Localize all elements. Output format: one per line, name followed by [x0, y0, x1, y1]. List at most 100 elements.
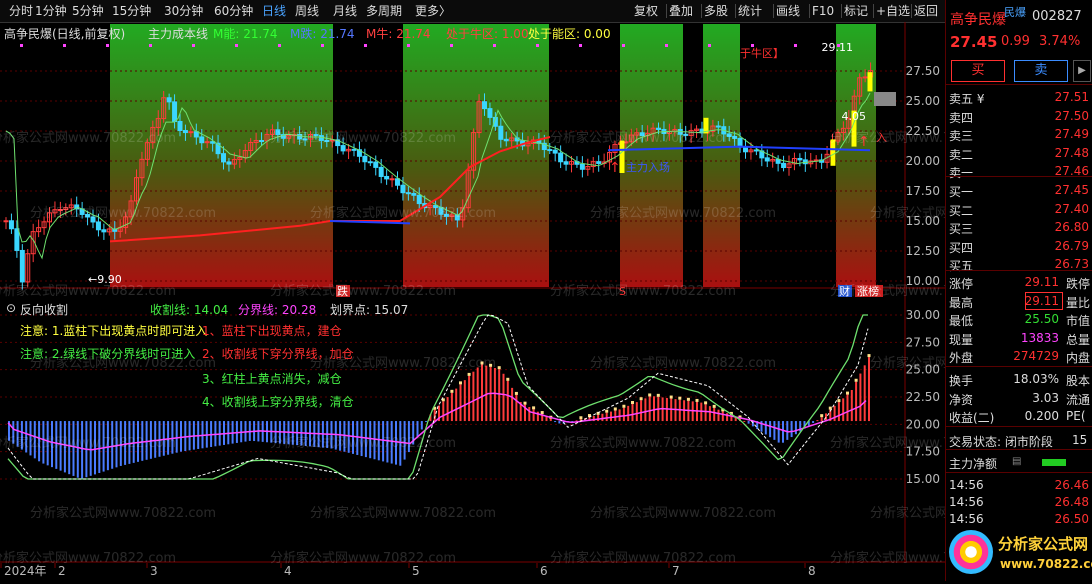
candle-down: [596, 161, 602, 164]
toolbar-separator: [809, 4, 810, 18]
net-inflow-label[interactable]: 主力净额: [949, 455, 997, 472]
hist-yellow-dot: [656, 393, 660, 397]
watermark-text: 分析家公式网www.70822.com: [550, 131, 737, 146]
toolbar-action-3[interactable]: 统计: [738, 3, 762, 19]
period-tab-9[interactable]: 多周期: [366, 3, 402, 19]
panel-divider: [946, 366, 1092, 367]
candle-down: [221, 153, 226, 163]
more-button[interactable]: ▶: [1073, 60, 1091, 82]
hist-bar-up: [635, 402, 638, 422]
bid-0-value: 27.45: [1054, 183, 1089, 197]
period-toolbar: 分时 1分钟 5分钟 15分钟 30分钟 60分钟 日线 周线 月线 多周期 更多〉 复权 叠加 多股 统计…: [0, 0, 1092, 23]
period-tab-0[interactable]: 分时: [9, 3, 33, 19]
sub-y-tick: 20.00: [906, 417, 940, 431]
period-tab-8[interactable]: 月线: [333, 3, 357, 19]
stat2-1-extra: 流通: [1066, 392, 1091, 407]
stat-2-extra: 市值: [1066, 314, 1091, 328]
trade-status-extra: 15: [1072, 433, 1088, 447]
hist-yellow-dot: [622, 404, 626, 408]
hist-bar-down: [790, 421, 793, 438]
ask-3-value: 27.48: [1054, 145, 1089, 160]
hist-bar-down: [184, 421, 187, 451]
candle-down: [14, 228, 20, 251]
hist-bar-up: [549, 418, 552, 422]
toolbar-action-4[interactable]: 画线: [776, 3, 800, 19]
toolbar-action-8[interactable]: 返回: [914, 3, 938, 19]
hist-bar-down: [782, 421, 784, 443]
watermark-text: 分析家公式网www.70822.com: [270, 436, 457, 451]
sell-button[interactable]: 卖: [1014, 60, 1068, 82]
stat2-1-label: 净资: [949, 392, 974, 407]
panel-divider: [946, 472, 1092, 473]
toolbar-separator: [911, 4, 912, 18]
stock-code: 002827: [1032, 9, 1082, 24]
toolbar-action-7[interactable]: +自选: [876, 3, 910, 19]
panel-divider: [946, 449, 1092, 450]
hist-bar-up: [450, 392, 453, 422]
hist-bar-up: [532, 409, 535, 422]
period-tab-4[interactable]: 30分钟: [164, 3, 203, 19]
main-y-tick: 12.50: [906, 244, 940, 258]
hist-bar-up: [605, 412, 608, 422]
zone-dot: [622, 44, 625, 47]
period-tab-10[interactable]: 更多〉: [415, 3, 451, 19]
sector-badge[interactable]: 民爆: [1004, 4, 1026, 20]
net-inflow-dropdown-icon[interactable]: ▤: [1012, 456, 1021, 467]
chart-area[interactable]: 27.50 25.00 22.50 20.00 17.50 15.00 12.50 10.00…: [0, 22, 1056, 581]
buy-button[interactable]: 买: [951, 60, 1005, 82]
toolbar-action-1[interactable]: 叠加: [669, 3, 693, 19]
note-2: 注意: 2.绿线下破分界线时可进入: [20, 347, 196, 361]
period-tab-1[interactable]: 1分钟: [35, 3, 67, 19]
period-tab-7[interactable]: 周线: [295, 3, 319, 19]
bid-2-label: 买三: [949, 222, 974, 236]
sub-chart-checkbox[interactable]: ⊙: [6, 301, 16, 315]
hist-bar-up: [837, 402, 840, 422]
toolbar-action-5[interactable]: F10: [812, 3, 834, 19]
hist-bar-up: [846, 394, 849, 422]
hist-yellow-dot: [579, 416, 583, 420]
toolbar-action-2[interactable]: 多股: [704, 3, 728, 19]
candle-down: [775, 158, 781, 164]
period-tab-5[interactable]: 60分钟: [214, 3, 253, 19]
ask-4-label: 卖一: [949, 166, 974, 180]
hist-bar-up: [498, 369, 501, 422]
kline-chart[interactable]: 27.5025.0022.5020.0017.5015.0012.5010.00…: [0, 22, 945, 581]
m-die-value: M跌: 21.74: [290, 27, 355, 41]
stat-0-label: 涨停: [949, 277, 974, 291]
hist-bar-up: [459, 384, 462, 422]
stat-3-extra: 总量: [1066, 332, 1091, 347]
watermark-text: 分析家公式网www.70822.com: [590, 356, 777, 371]
hist-bar-up: [859, 373, 862, 422]
hist-yellow-dot: [820, 414, 824, 418]
hist-bar-up: [743, 420, 746, 422]
hist-yellow-dot: [854, 378, 858, 382]
candle-down: [487, 108, 493, 118]
bid-0-label: 买一: [949, 185, 974, 199]
hist-bar-down: [812, 421, 815, 423]
hist-yellow-dot: [678, 396, 682, 400]
toolbar-action-6[interactable]: 标记: [844, 3, 868, 19]
x-axis-label: 2: [58, 564, 66, 578]
candle-down: [340, 145, 346, 152]
hist-bar-down: [773, 421, 776, 440]
hist-yellow-dot: [506, 377, 510, 381]
hist-bar-up: [717, 409, 720, 422]
period-tab-3[interactable]: 15分钟: [112, 3, 151, 19]
tick-1-value: 26.48: [1054, 495, 1089, 509]
rule-3: 3、红柱上黄点消失，减仓: [202, 372, 342, 386]
watermark-text: 分析家公式网www.70822.com: [270, 551, 457, 566]
hist-bar-up: [618, 409, 621, 422]
watermark-text: 分析家公式网www.70822.com: [30, 206, 217, 221]
watermark-text: 分析家公式网www.70822.com: [270, 131, 457, 146]
stat-4-label: 外盘: [949, 351, 974, 365]
flower-logo-icon: [949, 530, 993, 574]
hist-yellow-dot: [605, 409, 609, 413]
period-tab-2[interactable]: 5分钟: [72, 3, 104, 19]
hist-yellow-dot: [497, 366, 501, 370]
toolbar-separator: [873, 4, 874, 18]
hist-bar-up: [704, 404, 707, 422]
period-tab-6[interactable]: 日线: [262, 3, 286, 19]
watermark-text: 分析家公式网www.70822.com: [0, 436, 177, 451]
candle-up: [389, 178, 395, 181]
toolbar-action-0[interactable]: 复权: [634, 3, 658, 19]
